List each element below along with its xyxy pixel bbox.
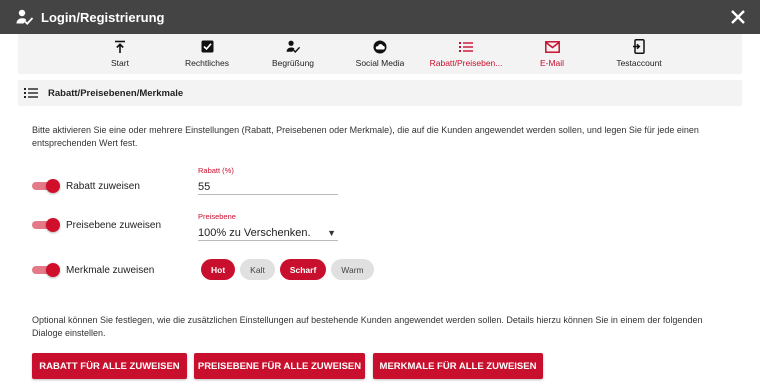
rabatt-field-label: Rabatt (%) (198, 166, 234, 175)
list-icon (459, 39, 473, 54)
step-rabatt-preisebenen[interactable]: Rabatt/Preiseben... (416, 34, 516, 74)
envelope-icon (544, 39, 560, 54)
step-rechtliches[interactable]: Rechtliches (157, 34, 257, 74)
step-label: Start (111, 58, 129, 68)
rabatt-field: Rabatt (%) 55 (198, 166, 338, 195)
rabatt-input[interactable]: 55 (198, 179, 338, 195)
optional-text: Optional können Sie festlegen, wie die z… (32, 315, 703, 338)
intro-text: Bitte aktivieren Sie eine oder mehrere E… (32, 125, 699, 148)
window-title: Login/Registrierung (41, 9, 165, 25)
caret-down-icon: ▼ (327, 227, 336, 238)
merkmale-fuer-alle-button[interactable]: MERKMALE FÜR ALLE ZUWEISEN (373, 353, 543, 379)
setting-row-rabatt: Rabatt zuweisen (32, 175, 140, 197)
window-titlebar: Login/Registrierung (0, 0, 760, 34)
step-testaccount[interactable]: Testaccount (589, 34, 689, 74)
setting-row-merkmale: Merkmale zuweisen (32, 259, 154, 281)
merkmale-chip-group: Hot Kalt Scharf Warm (201, 259, 374, 280)
section-header: Rabatt/Preisebenen/Merkmale (18, 80, 742, 106)
step-label: Begrüßung (271, 58, 315, 68)
merkmale-toggle[interactable] (32, 263, 60, 277)
step-start[interactable]: Start (70, 34, 170, 74)
cloud-circle-icon (373, 39, 387, 54)
step-label: Rabatt/Preiseben... (429, 58, 503, 68)
step-email[interactable]: E-Mail (502, 34, 602, 74)
section-title: Rabatt/Preisebenen/Merkmale (48, 87, 184, 99)
list-icon (24, 86, 38, 100)
upload-arrow-icon (114, 39, 126, 54)
preisebene-field-label: Preisebene (198, 212, 236, 221)
step-begruessung[interactable]: Begrüßung (243, 34, 343, 74)
chip-scharf[interactable]: Scharf (279, 259, 327, 280)
preisebene-fuer-alle-button[interactable]: PREISEBENE FÜR ALLE ZUWEISEN (194, 353, 365, 379)
step-label: Rechtliches (185, 58, 229, 68)
chip-kalt[interactable]: Kalt (240, 259, 275, 280)
preisebene-selected-value: 100% zu Verschenken. (198, 226, 311, 239)
step-label: Social Media (355, 58, 405, 68)
step-label: E-Mail (539, 58, 565, 68)
user-check-icon (286, 39, 301, 54)
preisebene-toggle[interactable] (32, 218, 60, 232)
rabatt-toggle-label: Rabatt zuweisen (66, 180, 140, 192)
wizard-stepper: Start Rechtliches Begrüßung Social Media… (18, 34, 742, 74)
step-social-media[interactable]: Social Media (330, 34, 430, 74)
checkbox-icon (201, 39, 214, 54)
rabatt-fuer-alle-button[interactable]: RABATT FÜR ALLE ZUWEISEN (32, 353, 187, 379)
user-check-icon (16, 8, 34, 26)
preisebene-select[interactable]: 100% zu Verschenken. ▼ (198, 225, 338, 241)
setting-row-preisebene: Preisebene zuweisen (32, 214, 161, 236)
chip-hot[interactable]: Hot (201, 259, 236, 280)
phone-login-icon (633, 39, 645, 54)
preisebene-toggle-label: Preisebene zuweisen (66, 219, 162, 231)
preisebene-field: Preisebene 100% zu Verschenken. ▼ (198, 212, 338, 241)
step-label: Testaccount (616, 58, 662, 68)
close-icon[interactable] (724, 3, 752, 31)
merkmale-toggle-label: Merkmale zuweisen (66, 264, 155, 276)
rabatt-toggle[interactable] (32, 179, 60, 193)
chip-warm[interactable]: Warm (331, 259, 374, 280)
